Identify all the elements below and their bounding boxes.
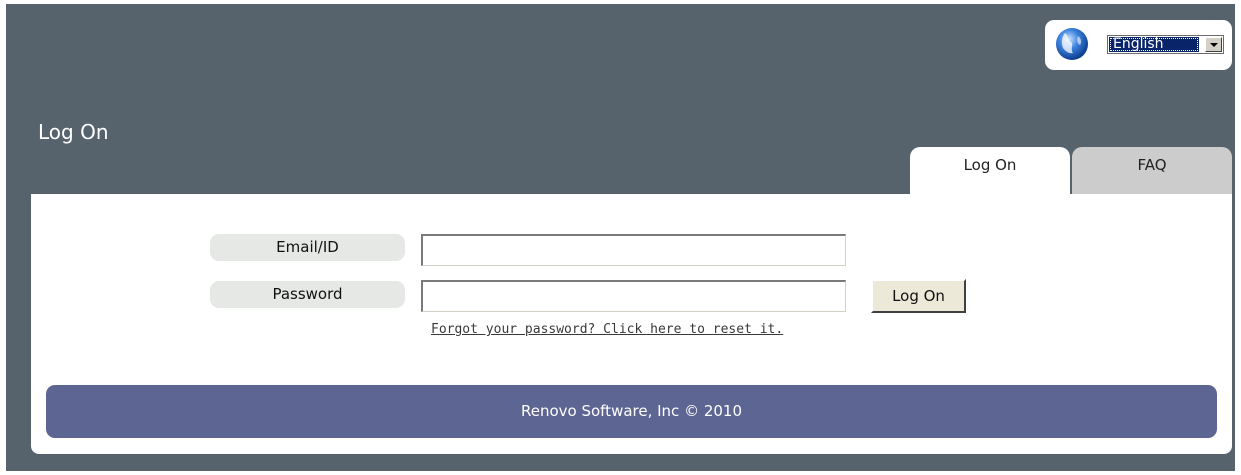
page-title: Log On [38, 120, 109, 144]
email-field[interactable] [421, 234, 846, 266]
footer-copyright: Renovo Software, Inc © 2010 [520, 402, 743, 420]
chevron-down-icon[interactable] [1205, 37, 1222, 52]
tab-faq[interactable]: FAQ [1072, 147, 1232, 194]
email-label: Email/ID [210, 234, 405, 261]
globe-icon [1056, 28, 1088, 60]
language-select-value: English [1109, 37, 1199, 52]
log-on-button[interactable]: Log On [871, 279, 966, 313]
password-field[interactable] [421, 280, 846, 312]
language-picker: English [1045, 20, 1232, 70]
language-select[interactable]: English [1107, 35, 1224, 54]
footer-bar: Renovo Software, Inc © 2010 [46, 385, 1217, 438]
forgot-password-link[interactable]: Forgot your password? Click here to rese… [431, 322, 783, 337]
tab-log-on[interactable]: Log On [910, 147, 1070, 195]
password-label: Password [210, 281, 405, 308]
